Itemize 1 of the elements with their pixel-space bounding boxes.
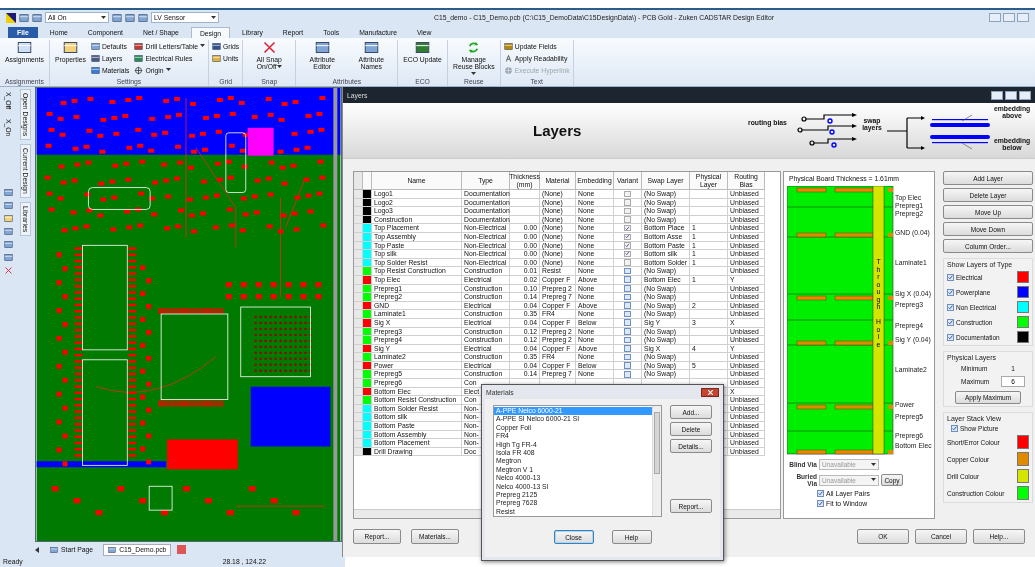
dialog-heading: Layers <box>533 122 582 139</box>
